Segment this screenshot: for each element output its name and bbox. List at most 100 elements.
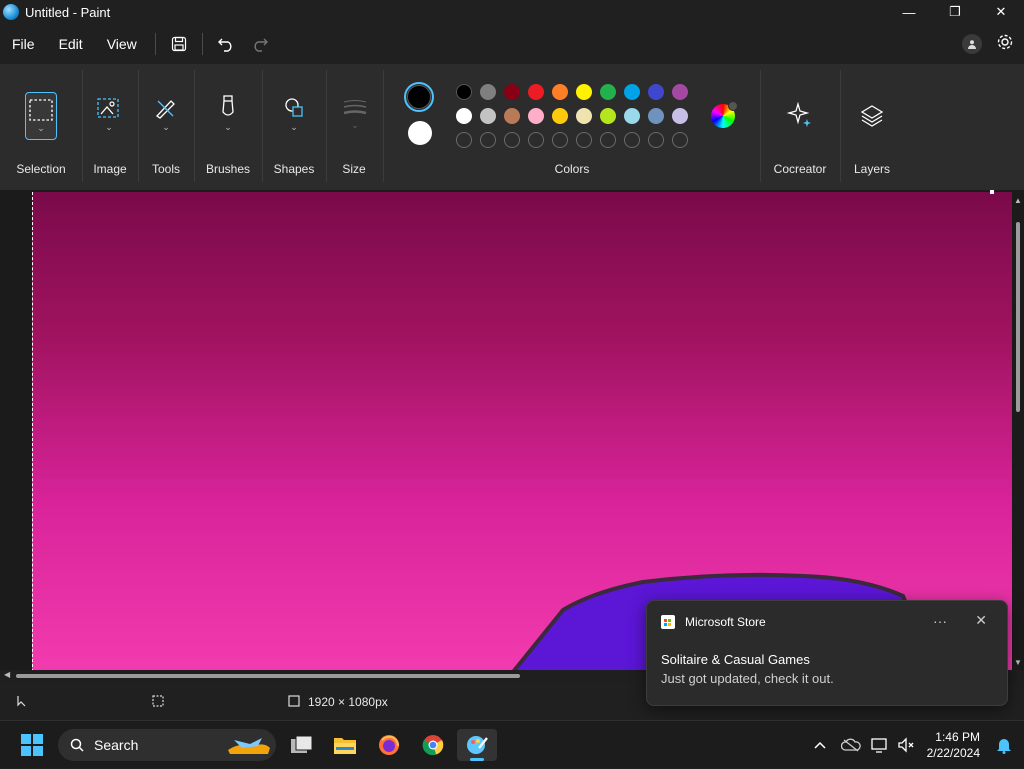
- palette-color-swatch[interactable]: [624, 84, 640, 100]
- toast-close-icon[interactable]: ✕: [975, 612, 987, 629]
- firefox-button[interactable]: [369, 729, 409, 761]
- palette-color-swatch[interactable]: [624, 108, 640, 124]
- palette-color-swatch[interactable]: [648, 84, 664, 100]
- network-icon[interactable]: [867, 737, 893, 753]
- cocreator-button[interactable]: [787, 102, 813, 128]
- paint-app-icon: [3, 4, 19, 20]
- custom-color-slot[interactable]: [552, 132, 568, 148]
- primary-color-swatch[interactable]: [404, 82, 434, 112]
- layers-group: Layers: [840, 64, 904, 190]
- custom-color-slot[interactable]: [600, 132, 616, 148]
- image-group: ⌄ Image: [82, 64, 138, 190]
- canvas-size-readout: 1920 × 1080px: [308, 695, 388, 709]
- shapes-button[interactable]: ⌄: [282, 96, 306, 133]
- palette-color-swatch[interactable]: [672, 84, 688, 100]
- task-view-button[interactable]: [282, 729, 322, 761]
- shapes-group: ⌄ Shapes: [262, 64, 326, 190]
- onedrive-cloud-icon[interactable]: [835, 738, 867, 752]
- palette-color-swatch[interactable]: [480, 108, 496, 124]
- chrome-icon: [422, 735, 444, 756]
- toast-header: Microsoft Store: [661, 615, 766, 629]
- shapes-icon: [285, 98, 303, 117]
- secondary-color-swatch[interactable]: [408, 121, 432, 145]
- menu-file[interactable]: File: [0, 24, 47, 64]
- folder-icon: [334, 738, 356, 754]
- chevron-down-icon: ⌄: [37, 122, 45, 133]
- size-button[interactable]: ⌄: [342, 98, 368, 131]
- custom-color-slot[interactable]: [672, 132, 688, 148]
- selection-tool-button[interactable]: ⌄: [25, 92, 57, 140]
- notification-toast[interactable]: Microsoft Store ··· ✕ Solitaire & Casual…: [646, 600, 1008, 706]
- custom-color-slot[interactable]: [480, 132, 496, 148]
- palette-color-swatch[interactable]: [504, 108, 520, 124]
- task-view-icon: [291, 735, 313, 753]
- palette-color-swatch[interactable]: [528, 84, 544, 100]
- clock-time: 1:46 PM: [935, 730, 980, 744]
- palette-color-swatch[interactable]: [576, 108, 592, 124]
- edit-colors-button[interactable]: [711, 101, 738, 128]
- window-controls: — ❐ ✕: [886, 0, 1024, 24]
- maximize-button[interactable]: ❐: [932, 0, 978, 24]
- menu-edit[interactable]: Edit: [47, 24, 95, 64]
- palette-color-swatch[interactable]: [672, 108, 688, 124]
- start-button[interactable]: [12, 729, 52, 761]
- scroll-up-arrow-icon[interactable]: ▲: [1014, 196, 1022, 205]
- volume-muted-icon[interactable]: [893, 737, 919, 753]
- palette-color-swatch[interactable]: [576, 84, 592, 100]
- minimize-button[interactable]: —: [886, 0, 932, 24]
- canvas-resize-handle[interactable]: [990, 190, 994, 194]
- menubar-right: [962, 24, 1014, 64]
- menu-view[interactable]: View: [95, 24, 149, 64]
- custom-color-slot[interactable]: [456, 132, 472, 148]
- horizontal-scroll-thumb[interactable]: [16, 674, 520, 678]
- layers-button[interactable]: [860, 104, 884, 128]
- tools-button[interactable]: ⌄: [153, 96, 179, 133]
- close-button[interactable]: ✕: [978, 0, 1024, 24]
- image-tool-button[interactable]: ⌄: [96, 96, 122, 133]
- custom-color-slot[interactable]: [576, 132, 592, 148]
- file-explorer-button[interactable]: [325, 729, 365, 761]
- palette-color-swatch[interactable]: [456, 108, 472, 124]
- search-highlight-icon: [228, 738, 270, 754]
- palette-color-swatch[interactable]: [504, 84, 520, 100]
- vertical-scroll-thumb[interactable]: [1016, 222, 1020, 412]
- palette-color-swatch[interactable]: [456, 84, 472, 100]
- custom-color-slot[interactable]: [648, 132, 664, 148]
- brushes-label: Brushes: [205, 162, 251, 176]
- cocreator-group: Cocreator: [760, 64, 840, 190]
- palette-color-swatch[interactable]: [528, 108, 544, 124]
- palette-color-swatch[interactable]: [480, 84, 496, 100]
- palette-color-swatch[interactable]: [552, 84, 568, 100]
- brushes-group: ⌄ Brushes: [194, 64, 262, 190]
- scroll-down-arrow-icon[interactable]: ▼: [1014, 658, 1022, 667]
- show-hidden-icons-chevron-icon[interactable]: [805, 740, 835, 750]
- save-icon[interactable]: [162, 27, 196, 61]
- vertical-scrollbar[interactable]: ▲ ▼: [1014, 196, 1022, 667]
- window-title: Untitled - Paint: [25, 4, 111, 20]
- sparkle-icon: [787, 102, 811, 127]
- selection-label: Selection: [16, 162, 66, 176]
- redo-icon[interactable]: [243, 27, 277, 61]
- colors-group: Colors: [384, 64, 760, 190]
- paint-taskbar-button[interactable]: [457, 729, 497, 761]
- account-icon[interactable]: [962, 34, 982, 54]
- custom-color-slot[interactable]: [624, 132, 640, 148]
- palette-color-swatch[interactable]: [648, 108, 664, 124]
- custom-color-slot[interactable]: [504, 132, 520, 148]
- settings-gear-icon[interactable]: [996, 33, 1014, 56]
- brushes-button[interactable]: ⌄: [216, 94, 240, 133]
- notifications-bell-icon[interactable]: [990, 736, 1018, 754]
- palette-color-swatch[interactable]: [600, 84, 616, 100]
- chrome-button[interactable]: [413, 729, 453, 761]
- more-options-icon[interactable]: ···: [933, 613, 947, 629]
- search-icon: [70, 738, 84, 752]
- clock[interactable]: 1:46 PM 2/22/2024: [927, 729, 980, 761]
- custom-color-slot[interactable]: [528, 132, 544, 148]
- system-tray: 1:46 PM 2/22/2024: [805, 721, 1024, 769]
- palette-color-swatch[interactable]: [600, 108, 616, 124]
- active-app-indicator: [470, 758, 484, 761]
- taskbar-search[interactable]: Search: [58, 729, 276, 761]
- scroll-left-arrow-icon[interactable]: ◀: [4, 670, 10, 679]
- undo-icon[interactable]: [209, 27, 243, 61]
- palette-color-swatch[interactable]: [552, 108, 568, 124]
